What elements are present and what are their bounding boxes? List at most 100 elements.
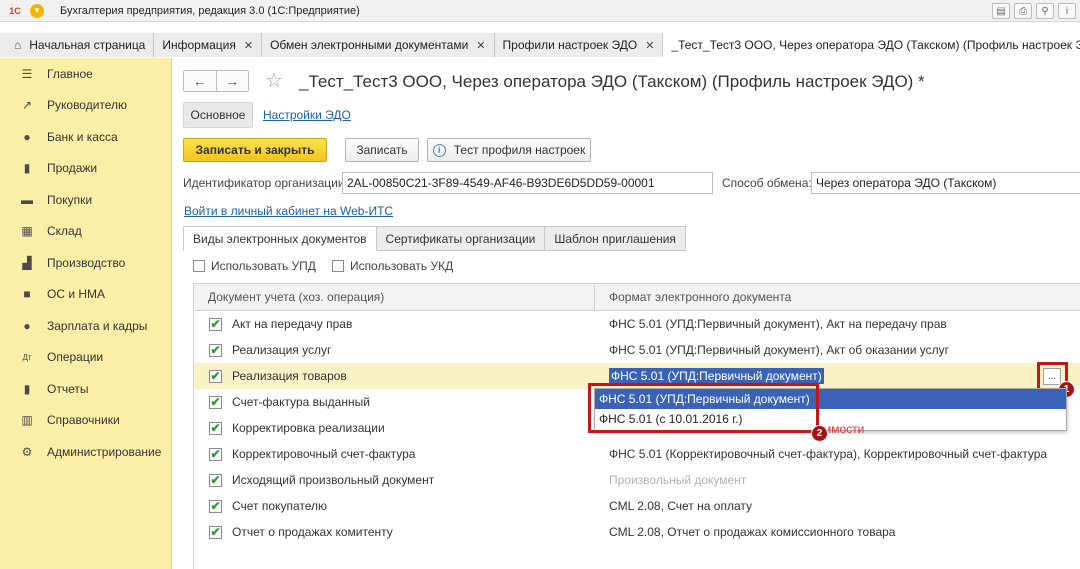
close-icon[interactable]: ✕ — [645, 39, 654, 52]
row-checkbox[interactable]: ✔ — [209, 395, 222, 409]
grid-icon: ▦ — [21, 224, 33, 239]
sidebar-item[interactable]: ▟ Производство — [0, 247, 171, 279]
save-and-close-button[interactable]: Записать и закрыть — [183, 138, 327, 162]
sidebar-item[interactable]: ▥ Справочники — [0, 405, 171, 437]
tab-label: Профили настроек ЭДО — [502, 38, 638, 52]
format-cell[interactable]: ФНС 5.01 (Корректировочный счет-фактура)… — [595, 447, 1047, 461]
person-icon: ● — [23, 318, 31, 333]
doc-label: Реализация услуг — [232, 343, 332, 357]
bag-icon: ▮ — [23, 161, 31, 176]
subtab-edo-settings[interactable]: Настройки ЭДО — [263, 102, 351, 128]
format-cell[interactable]: CML 2.08, Счет на оплату — [595, 499, 752, 513]
doc-label: Отчет о продажах комитенту — [232, 525, 393, 539]
table-row[interactable]: ✔ Реализация услуг ФНС 5.01 (УПД:Первичный… — [194, 337, 1080, 363]
table-header: Документ учета (хоз. операция) Формат эл… — [194, 283, 1080, 311]
column-header-format[interactable]: Формат электронного документа — [595, 290, 791, 304]
row-checkbox[interactable]: ✔ — [209, 447, 222, 461]
info-icon[interactable]: i — [1058, 3, 1076, 19]
format-cell[interactable]: ФНС 5.01 (УПД:Первичный документ) — [595, 368, 824, 384]
use-upd-checkbox[interactable] — [193, 260, 205, 272]
sidebar-item[interactable]: ■ ОС и НМА — [0, 279, 171, 311]
info-icon: i — [432, 143, 446, 157]
exchange-method-field[interactable]: Через оператора ЭДО (Такском) — [811, 172, 1080, 194]
sidebar-item[interactable]: ⚙ Администрирование — [0, 436, 171, 468]
doc-label: Корректировочный счет-фактура — [232, 447, 416, 461]
app-logo: 1С — [9, 5, 21, 16]
favorite-star-icon[interactable]: ☆ — [265, 68, 283, 93]
format-cell[interactable]: Произвольный документ — [595, 473, 746, 487]
format-cell[interactable]: ФНС 5.01 (УПД:Первичный документ), Акт н… — [595, 317, 947, 331]
save-icon[interactable]: ▤ — [992, 3, 1010, 19]
tab-edo-profiles[interactable]: Профили настроек ЭДО ✕ — [494, 33, 664, 57]
tab-home[interactable]: ⌂ Начальная страница — [0, 33, 155, 57]
trend-icon: ↗ — [21, 98, 33, 113]
sidebar-item[interactable]: ▮ Отчеты — [0, 373, 171, 405]
row-checkbox[interactable]: ✔ — [209, 317, 222, 331]
test-profile-button[interactable]: i Тест профиля настроек — [427, 138, 591, 162]
doc-cell: ✔ Реализация товаров — [194, 369, 595, 383]
hidden-cell-text: ммости — [823, 422, 865, 436]
save-button[interactable]: Записать — [345, 138, 419, 162]
table-row[interactable]: ✔ Счет покупателю CML 2.08, Счет на оплату — [194, 493, 1080, 519]
truck-icon: ■ — [23, 287, 31, 302]
tab-label: Начальная страница — [29, 38, 146, 52]
print-icon[interactable]: ⎙ — [1014, 3, 1032, 19]
doc-cell: ✔ Счет покупателю — [194, 499, 595, 513]
main-content: ← → ☆ _Тест_Тест3 ООО, Через оператора Э… — [173, 58, 1080, 569]
book-icon: ▥ — [21, 413, 33, 428]
web-its-link[interactable]: Войти в личный кабинет на Web-ИТС — [184, 204, 393, 218]
row-checkbox[interactable]: ✔ — [209, 473, 222, 487]
row-checkbox[interactable]: ✔ — [209, 499, 222, 513]
annotation-badge-2: 2 — [811, 425, 828, 442]
factory-icon: ▟ — [22, 255, 32, 270]
sidebar-item[interactable]: Дт Операции — [0, 342, 171, 374]
tab-invitation-template[interactable]: Шаблон приглашения — [545, 226, 686, 251]
row-checkbox[interactable]: ✔ — [209, 369, 222, 383]
sidebar-item[interactable]: ▦ Склад — [0, 216, 171, 248]
table-row[interactable]: ✔ Акт на передачу прав ФНС 5.01 (УПД:Перви… — [194, 311, 1080, 337]
row-checkbox[interactable]: ✔ — [209, 343, 222, 357]
ledger-icon: Дт — [22, 352, 32, 362]
check-options: Использовать УПД Использовать УКД — [193, 259, 453, 273]
gear-icon: ⚙ — [21, 444, 33, 459]
table-row[interactable]: ✔ Отчет о продажах комитенту CML 2.08, Отч… — [194, 519, 1080, 545]
format-cell[interactable]: ФНС 5.01 (УПД:Первичный документ), Акт о… — [595, 343, 949, 357]
doc-cell: ✔ Корректировочный счет-фактура — [194, 447, 595, 461]
sidebar-item[interactable]: ▬ Покупки — [0, 184, 171, 216]
column-header-doc[interactable]: Документ учета (хоз. операция) — [194, 283, 595, 311]
org-id-field[interactable]: 2AL-00850C21-3F89-4549-AF46-B93DE6D5DD59… — [342, 172, 713, 194]
doc-label: Счет-фактура выданный — [232, 395, 370, 409]
main-menu-button[interactable]: ▼ — [30, 3, 44, 18]
back-arrow-icon[interactable]: ← — [184, 71, 217, 91]
sidebar-item[interactable]: ▮ Продажи — [0, 153, 171, 185]
subtab-main[interactable]: Основное — [183, 102, 253, 128]
format-edit-value[interactable]: ФНС 5.01 (УПД:Первичный документ) — [609, 368, 824, 384]
tab-info[interactable]: Информация ✕ — [154, 33, 263, 57]
home-icon: ⌂ — [14, 38, 22, 52]
forward-arrow-icon[interactable]: → — [217, 71, 249, 91]
tab-org-certificates[interactable]: Сертификаты организации — [376, 226, 546, 251]
page-title: _Тест_Тест3 ООО, Через оператора ЭДО (Та… — [299, 72, 925, 91]
sidebar-item[interactable]: ↗ Руководителю — [0, 90, 171, 122]
table-row[interactable]: ✔ Корректировочный счет-фактура ФНС 5.01 (… — [194, 441, 1080, 467]
row-checkbox[interactable]: ✔ — [209, 421, 222, 435]
sidebar-item[interactable]: ● Зарплата и кадры — [0, 310, 171, 342]
doc-label: Корректировка реализации — [232, 421, 385, 435]
tab-current-profile[interactable]: _Тест_Тест3 ООО, Через оператора ЭДО (Та… — [663, 33, 1080, 57]
close-icon[interactable]: ✕ — [244, 39, 253, 52]
format-cell[interactable]: CML 2.08, Отчет о продажах комиссионного… — [595, 525, 895, 539]
sidebar-item[interactable]: ☰ Главное — [0, 58, 171, 90]
row-checkbox[interactable]: ✔ — [209, 525, 222, 539]
search-icon[interactable]: ⚲ — [1036, 3, 1054, 19]
tab-doc-types[interactable]: Виды электронных документов — [183, 226, 377, 251]
exchange-method-label: Способ обмена: — [722, 176, 812, 190]
sidebar-item[interactable]: ● Банк и касса — [0, 121, 171, 153]
use-ukd-checkbox[interactable] — [331, 260, 344, 272]
table-row[interactable]: ✔ Исходящий произвольный документ Произвол… — [194, 467, 1080, 493]
highlight-box-dropdown — [588, 383, 819, 433]
tab-edo-exchange[interactable]: Обмен электронными документами ✕ — [262, 33, 495, 57]
doc-cell: ✔ Исходящий произвольный документ — [194, 473, 595, 487]
close-icon[interactable]: ✕ — [476, 39, 485, 52]
sidebar-item-label: Администрирование — [47, 444, 162, 459]
nav-buttons: ← → — [183, 70, 249, 92]
